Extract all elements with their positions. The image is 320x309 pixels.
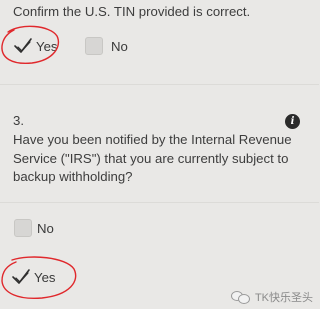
- question-3-number: 3.: [13, 113, 24, 128]
- q1-yes-label: Yes: [36, 38, 58, 54]
- form-page: Confirm the U.S. TIN provided is correct…: [0, 0, 319, 309]
- section-divider: [0, 202, 319, 203]
- q3-yes-option[interactable]: Yes: [12, 268, 56, 286]
- wechat-icon: [230, 290, 251, 304]
- q3-yes-checkbox[interactable]: [12, 268, 30, 286]
- q3-no-checkbox[interactable]: [14, 219, 32, 237]
- q1-yes-option[interactable]: Yes: [14, 37, 58, 55]
- q3-no-option[interactable]: No: [14, 219, 54, 237]
- info-icon[interactable]: i: [285, 114, 300, 129]
- checkmark-icon: [14, 38, 32, 53]
- watermark: TK快乐圣头: [230, 289, 313, 305]
- q1-yes-checkbox[interactable]: [14, 37, 32, 55]
- q1-no-label: No: [111, 38, 128, 54]
- question-3-text: Have you been notified by the Internal R…: [13, 132, 292, 184]
- q3-yes-label: Yes: [34, 269, 56, 285]
- checkmark-icon: [12, 269, 30, 284]
- question-1-text: Confirm the U.S. TIN provided is correct…: [13, 4, 251, 19]
- q1-no-checkbox[interactable]: [85, 37, 103, 55]
- q3-no-label: No: [37, 220, 54, 236]
- watermark-text: TK快乐圣头: [254, 292, 313, 304]
- q1-no-option[interactable]: No: [85, 37, 128, 55]
- section-divider: [0, 84, 319, 85]
